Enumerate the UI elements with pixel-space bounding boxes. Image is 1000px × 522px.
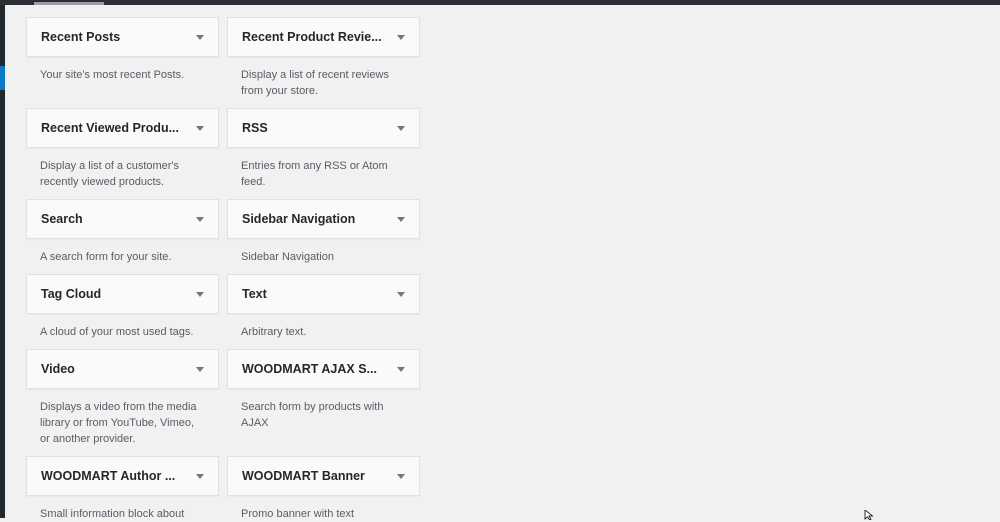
widget-title: RSS bbox=[242, 121, 268, 135]
widget-title: Tag Cloud bbox=[41, 287, 102, 301]
arrow-down-icon[interactable] bbox=[397, 34, 405, 40]
widget-header[interactable]: Text bbox=[227, 274, 420, 314]
admin-top-bar bbox=[0, 0, 1000, 5]
arrow-down-icon[interactable] bbox=[397, 291, 405, 297]
arrow-down-icon[interactable] bbox=[196, 216, 204, 222]
arrow-down-icon[interactable] bbox=[397, 125, 405, 131]
widget-header[interactable]: WOODMART Author ... bbox=[26, 456, 219, 496]
widget-description: Promo banner with text bbox=[241, 508, 355, 520]
widget-header[interactable]: WOODMART Banner bbox=[227, 456, 420, 496]
widget-woodmart-banner[interactable]: WOODMART Banner Promo banner with text bbox=[227, 456, 420, 522]
widget-header[interactable]: Tag Cloud bbox=[26, 274, 219, 314]
widget-header[interactable]: Video bbox=[26, 349, 219, 389]
widget-title: Sidebar Navigation bbox=[242, 212, 356, 226]
widget-tag-cloud[interactable]: Tag Cloud A cloud of your most used tags… bbox=[26, 274, 219, 340]
widget-description: Display a list of recent reviews from yo… bbox=[241, 69, 389, 97]
widget-title: Recent Viewed Produ... bbox=[41, 121, 180, 135]
widget-header[interactable]: Search bbox=[26, 199, 219, 239]
widget-recent-posts[interactable]: Recent Posts Your site's most recent Pos… bbox=[26, 17, 219, 83]
widget-title: WOODMART Author ... bbox=[41, 469, 176, 483]
widget-header[interactable]: Sidebar Navigation bbox=[227, 199, 420, 239]
widget-description: A cloud of your most used tags. bbox=[40, 326, 194, 338]
arrow-down-icon[interactable] bbox=[397, 216, 405, 222]
widget-header[interactable]: WOODMART AJAX S... bbox=[227, 349, 420, 389]
widget-header[interactable]: RSS bbox=[227, 108, 420, 148]
widget-description: Arbitrary text. bbox=[241, 326, 307, 338]
arrow-down-icon[interactable] bbox=[196, 291, 204, 297]
widget-recent-product-reviews[interactable]: Recent Product Revie... Display a list o… bbox=[227, 17, 420, 99]
widget-title: WOODMART AJAX S... bbox=[242, 362, 377, 376]
arrow-down-icon[interactable] bbox=[196, 125, 204, 131]
widget-title: WOODMART Banner bbox=[242, 469, 365, 483]
widget-recent-viewed-products[interactable]: Recent Viewed Produ... Display a list of… bbox=[26, 108, 219, 190]
mouse-cursor-icon bbox=[864, 510, 874, 520]
arrow-down-icon[interactable] bbox=[196, 34, 204, 40]
widget-description: Displays a video from the media library … bbox=[40, 401, 197, 445]
widget-title: Video bbox=[41, 362, 75, 376]
arrow-down-icon[interactable] bbox=[397, 366, 405, 372]
widget-title: Recent Product Revie... bbox=[242, 30, 382, 44]
widget-header[interactable]: Recent Viewed Produ... bbox=[26, 108, 219, 148]
widget-description: Entries from any RSS or Atom feed. bbox=[241, 160, 388, 188]
widget-video[interactable]: Video Displays a video from the media li… bbox=[26, 349, 219, 447]
widget-description: Search form by products with AJAX bbox=[241, 401, 384, 429]
widget-rss[interactable]: RSS Entries from any RSS or Atom feed. bbox=[227, 108, 420, 190]
widget-description: Sidebar Navigation bbox=[241, 251, 334, 263]
arrow-down-icon[interactable] bbox=[196, 366, 204, 372]
widget-woodmart-ajax-search[interactable]: WOODMART AJAX S... Search form by produc… bbox=[227, 349, 420, 431]
active-menu-indicator bbox=[0, 66, 5, 90]
widget-header[interactable]: Recent Product Revie... bbox=[227, 17, 420, 57]
widget-sidebar-navigation[interactable]: Sidebar Navigation Sidebar Navigation bbox=[227, 199, 420, 265]
arrow-down-icon[interactable] bbox=[397, 473, 405, 479]
widget-description: Display a list of a customer's recently … bbox=[40, 160, 180, 188]
widget-search[interactable]: Search A search form for your site. bbox=[26, 199, 219, 265]
widget-description: A search form for your site. bbox=[40, 251, 172, 263]
widget-description: Your site's most recent Posts. bbox=[40, 69, 185, 81]
clipped-description-text bbox=[34, 0, 114, 6]
widget-title: Text bbox=[242, 287, 267, 301]
widget-description: Small information block about bbox=[40, 508, 185, 520]
widget-header[interactable]: Recent Posts bbox=[26, 17, 219, 57]
widget-text[interactable]: Text Arbitrary text. bbox=[227, 274, 420, 340]
widget-title: Recent Posts bbox=[41, 30, 121, 44]
widget-title: Search bbox=[41, 212, 83, 226]
arrow-down-icon[interactable] bbox=[196, 473, 204, 479]
widget-woodmart-author[interactable]: WOODMART Author ... Small information bl… bbox=[26, 456, 219, 522]
